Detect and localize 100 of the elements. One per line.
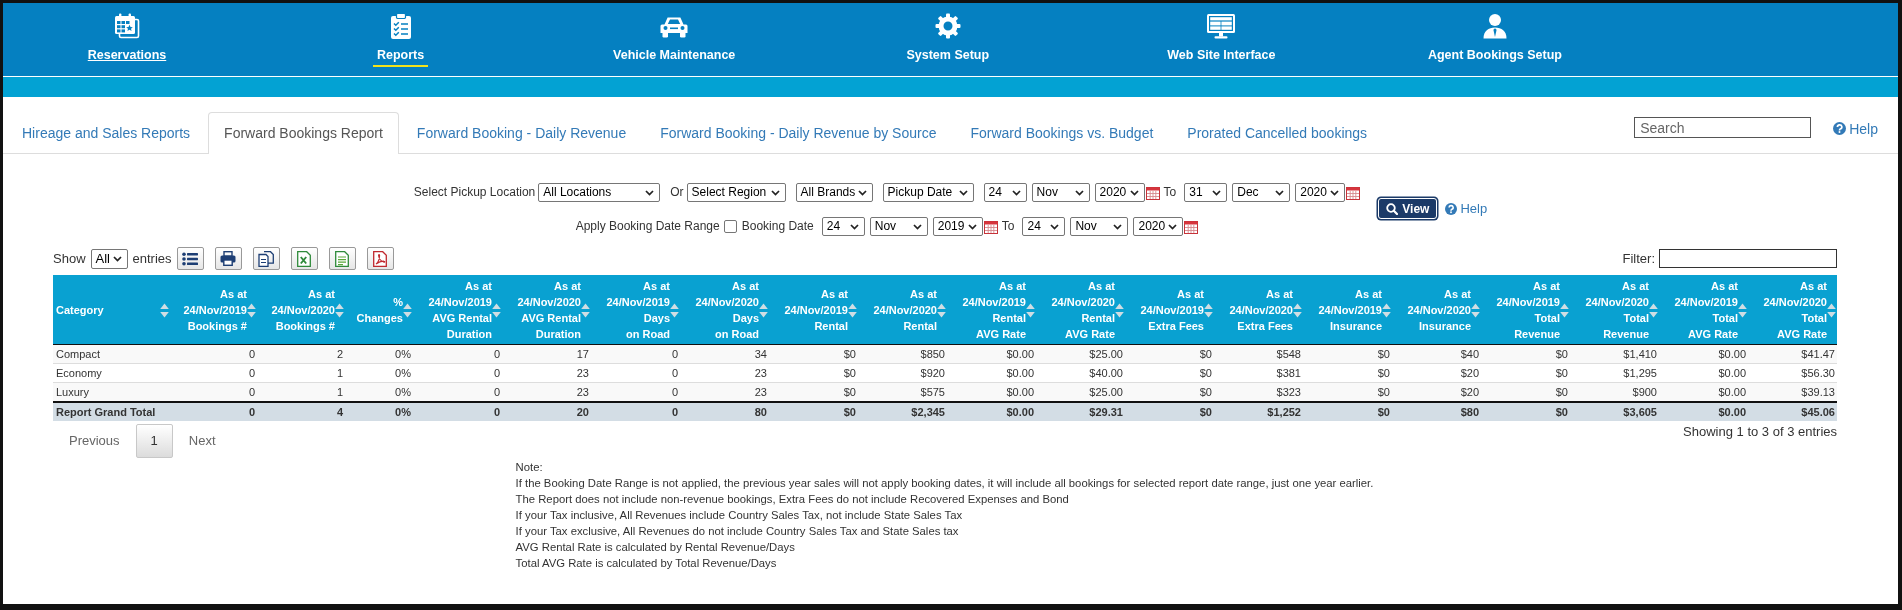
document-icon xyxy=(335,250,350,267)
calendar-icon[interactable] xyxy=(1184,219,1199,234)
chevron-down-icon xyxy=(912,223,922,230)
month-dropdown[interactable]: Dec xyxy=(1232,183,1291,202)
dropdown[interactable]: All Locations xyxy=(538,183,661,202)
column-header[interactable]: As at 24/Nov/2020 Insurance xyxy=(1392,275,1481,345)
help-link[interactable]: Help xyxy=(1833,120,1878,137)
toolbar-button[interactable] xyxy=(252,247,280,270)
dropdown[interactable]: Select Region xyxy=(686,183,786,202)
column-header[interactable]: As at 24/Nov/2019 Rental xyxy=(769,275,858,345)
sort-icon[interactable] xyxy=(581,302,590,318)
calendar-icon[interactable] xyxy=(1346,185,1361,200)
monitor-icon[interactable] xyxy=(1206,13,1237,39)
nav-link[interactable]: Web Site Interface xyxy=(1163,48,1280,67)
dropdown[interactable]: Pickup Date xyxy=(882,183,974,202)
help-link[interactable]: Help xyxy=(1445,201,1488,216)
dropdown[interactable]: All Brands xyxy=(795,183,873,202)
search-field[interactable]: Search xyxy=(1634,117,1812,138)
total-cell: $45.06 xyxy=(1748,402,1837,421)
view-button[interactable]: View xyxy=(1378,198,1438,219)
sort-icon[interactable] xyxy=(247,302,256,318)
table-cell: $39.13 xyxy=(1748,382,1837,402)
column-header[interactable]: As at 24/Nov/2020 Total Revenue xyxy=(1570,275,1659,345)
toolbar-button[interactable] xyxy=(176,247,204,270)
column-header[interactable]: % Changes xyxy=(345,275,413,345)
column-header[interactable]: As at 24/Nov/2020 Rental AVG Rate xyxy=(1036,275,1125,345)
month-dropdown[interactable]: Nov xyxy=(1070,217,1129,236)
person-icon[interactable] xyxy=(1481,13,1508,39)
chevron-down-icon xyxy=(1212,189,1222,196)
column-header[interactable]: As at 24/Nov/2020 Days on Road xyxy=(680,275,769,345)
year-dropdown[interactable]: 2020 xyxy=(1295,183,1346,202)
sort-icon[interactable] xyxy=(1471,302,1480,318)
nav-link[interactable]: Reservations xyxy=(83,48,171,67)
sort-icon[interactable] xyxy=(492,302,501,318)
day-dropdown[interactable]: 24 xyxy=(983,183,1027,202)
filter-label: Filter: xyxy=(1622,251,1655,266)
column-header[interactable]: Category xyxy=(53,275,170,345)
sort-icon[interactable] xyxy=(1293,302,1302,318)
nav-link[interactable]: Agent Bookings Setup xyxy=(1423,48,1566,67)
filter-field[interactable] xyxy=(1659,249,1837,268)
sort-icon[interactable] xyxy=(670,302,679,318)
tab[interactable]: Prorated Cancelled bookings xyxy=(1171,112,1384,153)
column-header[interactable]: As at 24/Nov/2019 AVG Rental Duration xyxy=(413,275,502,345)
sort-icon[interactable] xyxy=(1560,302,1569,318)
tab[interactable]: Forward Booking - Daily Revenue xyxy=(400,112,643,153)
column-header[interactable]: As at 24/Nov/2020 Extra Fees xyxy=(1214,275,1303,345)
toolbar-button[interactable] xyxy=(214,247,242,270)
sort-icon[interactable] xyxy=(335,302,344,318)
month-dropdown[interactable]: Nov xyxy=(869,217,928,236)
tab[interactable]: Forward Bookings Report xyxy=(208,112,399,154)
sort-icon[interactable] xyxy=(1204,302,1213,318)
year-dropdown[interactable]: 2020 xyxy=(1094,183,1145,202)
total-cell: Report Grand Total xyxy=(53,402,170,421)
calendar-icon[interactable] xyxy=(114,13,140,39)
clipboard-icon[interactable] xyxy=(389,13,412,39)
tab[interactable]: Hireage and Sales Reports xyxy=(6,112,207,153)
year-dropdown[interactable]: 2020 xyxy=(1133,217,1184,236)
tab[interactable]: Forward Bookings vs. Budget xyxy=(954,112,1170,153)
car-icon[interactable] xyxy=(659,15,690,39)
column-header[interactable]: As at 24/Nov/2019 Days on Road xyxy=(591,275,680,345)
sort-icon[interactable] xyxy=(1827,302,1836,318)
sort-icon[interactable] xyxy=(759,302,768,318)
sort-icon[interactable] xyxy=(1738,302,1747,318)
column-header[interactable]: As at 24/Nov/2019 Total AVG Rate xyxy=(1659,275,1748,345)
tab[interactable]: Forward Booking - Daily Revenue by Source xyxy=(644,112,953,153)
column-header[interactable]: As at 24/Nov/2020 Bookings # xyxy=(257,275,345,345)
year-dropdown[interactable]: 2019 xyxy=(932,217,983,236)
column-header[interactable]: As at 24/Nov/2019 Insurance xyxy=(1303,275,1392,345)
nav-link[interactable]: System Setup xyxy=(902,48,994,67)
calendar-icon[interactable] xyxy=(983,219,998,234)
chevron-down-icon xyxy=(112,255,122,262)
column-header[interactable]: As at 24/Nov/2020 Rental xyxy=(858,275,947,345)
column-header[interactable]: As at 24/Nov/2020 Total AVG Rate xyxy=(1748,275,1837,345)
day-dropdown[interactable]: 24 xyxy=(821,217,865,236)
column-header[interactable]: As at 24/Nov/2020 AVG Rental Duration xyxy=(502,275,591,345)
day-dropdown[interactable]: 24 xyxy=(1022,217,1066,236)
nav-link[interactable]: Vehicle Maintenance xyxy=(609,48,740,67)
sort-icon[interactable] xyxy=(160,302,169,318)
filter-label: To xyxy=(1163,185,1177,200)
checkbox[interactable] xyxy=(723,220,737,233)
column-header[interactable]: As at 24/Nov/2019 Rental AVG Rate xyxy=(947,275,1036,345)
page-length-dropdown[interactable]: All xyxy=(90,248,128,269)
sort-icon[interactable] xyxy=(937,302,946,318)
sort-icon[interactable] xyxy=(1649,302,1658,318)
column-header[interactable]: As at 24/Nov/2019 Extra Fees xyxy=(1125,275,1214,345)
month-dropdown[interactable]: Nov xyxy=(1031,183,1090,202)
nav-link[interactable]: Reports xyxy=(372,48,429,67)
day-dropdown[interactable]: 31 xyxy=(1184,183,1228,202)
column-header[interactable]: As at 24/Nov/2019 Bookings # xyxy=(170,275,257,345)
sort-icon[interactable] xyxy=(1026,302,1035,318)
sort-icon[interactable] xyxy=(403,302,412,318)
sort-icon[interactable] xyxy=(1382,302,1391,318)
gear-icon[interactable] xyxy=(934,13,961,39)
toolbar-button[interactable] xyxy=(366,247,394,270)
sort-icon[interactable] xyxy=(1115,302,1124,318)
column-header[interactable]: As at 24/Nov/2019 Total Revenue xyxy=(1481,275,1570,345)
page-button[interactable]: 1 xyxy=(135,424,173,458)
sort-icon[interactable] xyxy=(848,302,857,318)
table-cell: 23 xyxy=(680,382,769,402)
calendar-icon[interactable] xyxy=(1145,185,1160,200)
